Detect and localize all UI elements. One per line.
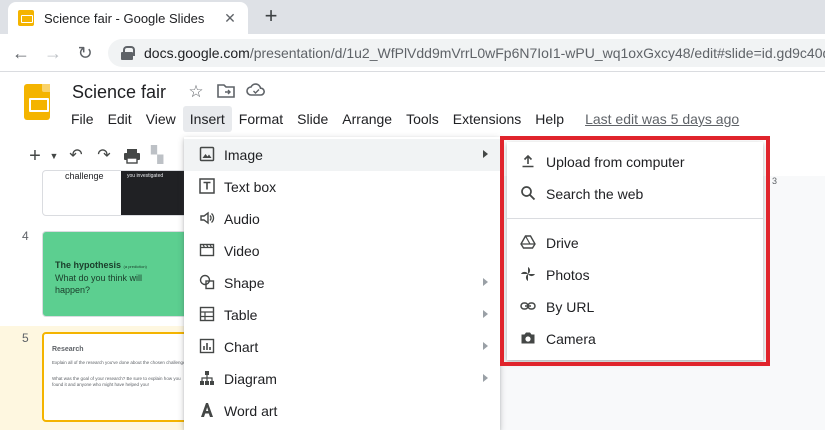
submenu-arrow-icon — [483, 150, 488, 158]
submenu-arrow-icon — [483, 342, 488, 350]
lock-icon[interactable] — [120, 46, 135, 60]
address-bar: ← → ↻ docs.google.com/presentation/d/1u2… — [0, 34, 825, 72]
slide3-text: challenge — [65, 171, 104, 181]
submenu-arrow-icon — [483, 374, 488, 382]
back-arrow-icon[interactable]: ← — [8, 40, 34, 66]
document-title[interactable]: Science fair — [72, 82, 166, 103]
cloud-status-icon[interactable] — [246, 82, 266, 102]
video-icon — [198, 242, 216, 260]
diagram-icon — [198, 370, 216, 388]
insert-menu-audio[interactable]: Audio — [184, 203, 500, 235]
undo-icon[interactable]: ↶ — [62, 142, 90, 170]
chart-icon — [198, 338, 216, 356]
menu-format[interactable]: Format — [232, 106, 290, 132]
insert-menu-diagram[interactable]: Diagram — [184, 363, 500, 395]
ruler-number: 3 — [772, 176, 778, 186]
move-folder-icon[interactable] — [216, 82, 236, 102]
submenu-arrow-icon — [483, 310, 488, 318]
insert-menu-word-art[interactable]: Word art — [184, 395, 500, 427]
slide4-title-small: (a prediction) — [123, 264, 147, 269]
slide3-dark-panel: you investigated — [121, 171, 191, 215]
slide-thumb-4[interactable]: The hypothesis (a prediction) What do yo… — [42, 231, 192, 317]
menu-help[interactable]: Help — [528, 106, 571, 132]
url-text: docs.google.com/presentation/d/1u2_WfPlV… — [144, 45, 825, 61]
insert-menu: Image Text box Audio Video Shape Table C… — [184, 137, 500, 430]
slide5-title: Research — [52, 346, 84, 353]
browser-tab[interactable]: Science fair - Google Slides ✕ — [8, 2, 248, 34]
slide-filmstrip[interactable]: challenge you investigated 4 The hypothe… — [0, 170, 192, 430]
insert-menu-image-label: Image — [224, 147, 263, 163]
insert-menu-video-label: Video — [224, 243, 260, 259]
menu-edit[interactable]: Edit — [101, 106, 139, 132]
title-icons: ☆ — [186, 82, 266, 102]
insert-menu-table[interactable]: Table — [184, 299, 500, 331]
slide4-body: What do you think will happen? — [55, 273, 143, 295]
slide-number-4: 4 — [22, 229, 29, 243]
slide4-title: The hypothesis (a prediction) — [55, 260, 147, 270]
new-tab-button[interactable]: + — [258, 4, 284, 30]
slides-logo-icon[interactable] — [24, 84, 50, 120]
insert-menu-table-label: Table — [224, 307, 258, 323]
insert-menu-diagram-label: Diagram — [224, 371, 277, 387]
image-icon — [198, 146, 216, 164]
paint-format-icon[interactable]: ▚ — [146, 142, 168, 170]
menu-file[interactable]: File — [64, 106, 101, 132]
url-path: /presentation/d/1u2_WfPlVdd9mVrrL0wFp6N7… — [249, 45, 825, 61]
insert-menu-shape[interactable]: Shape — [184, 267, 500, 299]
slide5-line2: What was the goal of your research? Be s… — [52, 376, 181, 387]
url-host: docs.google.com — [144, 45, 250, 61]
highlight-box — [500, 136, 770, 366]
insert-menu-word-art-label: Word art — [224, 403, 278, 419]
reload-icon[interactable]: ↻ — [72, 40, 98, 66]
slide-thumb-5[interactable]: Research Explain all of the research you… — [42, 332, 192, 422]
menu-tools[interactable]: Tools — [399, 106, 446, 132]
slide4-title-text: The hypothesis — [55, 260, 122, 270]
table-icon — [198, 306, 216, 324]
textbox-icon — [198, 178, 216, 196]
insert-menu-textbox-label: Text box — [224, 179, 277, 195]
redo-icon[interactable]: ↷ — [90, 142, 118, 170]
slides-favicon-icon — [18, 10, 34, 26]
menu-arrange[interactable]: Arrange — [335, 106, 399, 132]
browser-tabbar: Science fair - Google Slides ✕ + — [0, 0, 825, 34]
slide-number-5: 5 — [22, 331, 29, 345]
slide3-dark-text: you investigated — [127, 173, 164, 179]
insert-menu-chart[interactable]: Chart — [184, 331, 500, 363]
insert-menu-video[interactable]: Video — [184, 235, 500, 267]
menubar: File Edit View Insert Format Slide Arran… — [64, 106, 739, 132]
slide5-line1: Explain all of the research you've done … — [52, 360, 187, 365]
chevron-down-icon[interactable]: ▼ — [46, 142, 62, 170]
menu-insert[interactable]: Insert — [182, 106, 232, 132]
word-art-icon — [198, 402, 216, 420]
insert-menu-textbox[interactable]: Text box — [184, 171, 500, 203]
submenu-arrow-icon — [483, 278, 488, 286]
menu-view[interactable]: View — [139, 106, 183, 132]
insert-menu-image[interactable]: Image — [184, 139, 500, 171]
forward-arrow-icon[interactable]: → — [40, 40, 66, 66]
insert-menu-shape-label: Shape — [224, 275, 265, 291]
new-slide-plus-icon[interactable]: + — [24, 142, 46, 170]
tab-title: Science fair - Google Slides — [44, 10, 205, 26]
slide-thumb-3[interactable]: challenge you investigated — [42, 170, 192, 216]
url-input[interactable]: docs.google.com/presentation/d/1u2_WfPlV… — [108, 39, 825, 67]
shape-icon — [198, 274, 216, 292]
app-header: Science fair ☆ File Edit View Insert For… — [0, 72, 825, 136]
last-edit-link[interactable]: Last edit was 5 days ago — [585, 111, 739, 127]
close-icon[interactable]: ✕ — [222, 10, 238, 27]
audio-icon — [198, 210, 216, 228]
insert-menu-chart-label: Chart — [224, 339, 259, 355]
menu-extensions[interactable]: Extensions — [446, 106, 528, 132]
print-icon[interactable] — [118, 142, 146, 170]
menu-slide[interactable]: Slide — [290, 106, 335, 132]
star-icon[interactable]: ☆ — [186, 82, 206, 102]
insert-menu-audio-label: Audio — [224, 211, 260, 227]
